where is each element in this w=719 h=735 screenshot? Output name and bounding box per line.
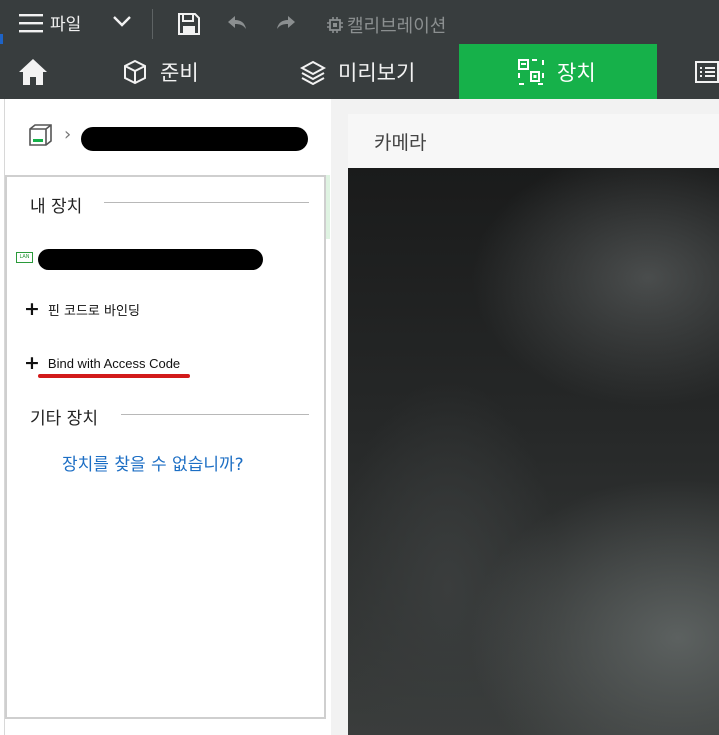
file-dropdown-toggle[interactable] (112, 14, 132, 28)
plus-icon: + (24, 352, 40, 374)
calibration-button[interactable]: 캘리브레이션 (326, 12, 446, 38)
redacted-printer-name (81, 127, 308, 151)
window-edge-accent (0, 34, 3, 44)
menu-button[interactable]: 파일 (18, 10, 81, 35)
redacted-device-item[interactable] (38, 249, 263, 270)
toolbar-separator (152, 9, 153, 39)
bind-pin-code-label: 핀 코드로 바인딩 (47, 304, 140, 319)
hamburger-icon (19, 13, 43, 32)
cant-find-device-link[interactable]: 장치를 찾을 수 없습니까? (62, 450, 244, 475)
home-button[interactable] (17, 44, 61, 99)
undo-button[interactable] (226, 14, 248, 32)
printer-icon (29, 124, 52, 146)
file-menu-label: 파일 (50, 15, 82, 35)
my-devices-divider (104, 202, 309, 203)
redo-button[interactable] (275, 14, 297, 32)
cube-icon (124, 59, 146, 84)
bind-access-code-button[interactable]: + Bind with Access Code (24, 354, 180, 373)
bind-pin-code-button[interactable]: + 핀 코드로 바인딩 (24, 298, 140, 320)
tab-preview[interactable]: 미리보기 (300, 44, 415, 99)
lan-badge: LAN (16, 252, 33, 263)
redo-icon (277, 16, 295, 29)
layers-icon (300, 60, 326, 85)
tab-list-overflow[interactable] (694, 44, 719, 99)
camera-title: 카메라 (374, 132, 427, 154)
tab-preview-label: 미리보기 (338, 60, 416, 85)
bind-access-code-label: Bind with Access Code (47, 356, 181, 371)
tab-prepare-label: 준비 (160, 60, 199, 85)
breadcrumb-chevron-icon: › (64, 124, 72, 145)
plus-icon: + (24, 298, 40, 320)
printer-breadcrumb-icon-wrap[interactable] (27, 123, 53, 147)
list-icon (695, 60, 719, 83)
tab-device-content[interactable]: 장치 (517, 44, 596, 99)
other-devices-divider (121, 414, 309, 415)
chip-icon (327, 17, 343, 33)
red-underline-annotation (38, 374, 190, 378)
tab-device-label: 장치 (557, 60, 596, 85)
camera-feed (348, 168, 719, 735)
my-devices-title: 내 장치 (30, 197, 83, 217)
device-icon (518, 58, 544, 85)
calibration-label: 캘리브레이션 (347, 16, 447, 37)
save-icon (178, 13, 200, 35)
chevron-down-icon (113, 16, 131, 27)
other-devices-title: 기타 장치 (30, 409, 98, 429)
tab-prepare[interactable]: 준비 (122, 44, 199, 99)
save-button[interactable] (176, 11, 202, 37)
home-icon (19, 58, 47, 85)
undo-icon (228, 16, 246, 29)
